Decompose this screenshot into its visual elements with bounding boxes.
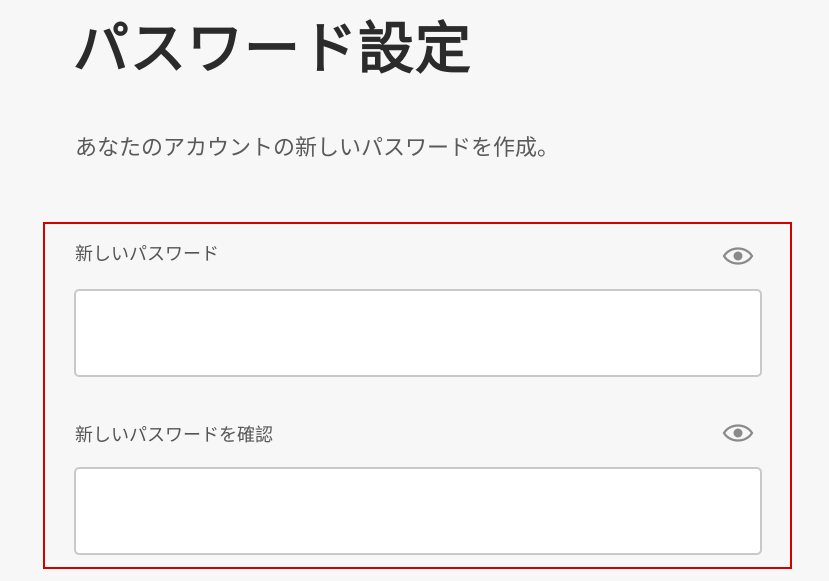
confirm-password-input[interactable] bbox=[74, 467, 762, 555]
eye-icon[interactable] bbox=[722, 422, 754, 444]
new-password-label: 新しいパスワード bbox=[75, 244, 219, 265]
confirm-password-label: 新しいパスワードを確認 bbox=[75, 425, 273, 446]
eye-icon[interactable] bbox=[722, 245, 754, 267]
page-title: パスワード設定 bbox=[73, 17, 472, 82]
new-password-input[interactable] bbox=[74, 289, 762, 377]
page-subtitle: あなたのアカウントの新しいパスワードを作成。 bbox=[75, 136, 560, 161]
